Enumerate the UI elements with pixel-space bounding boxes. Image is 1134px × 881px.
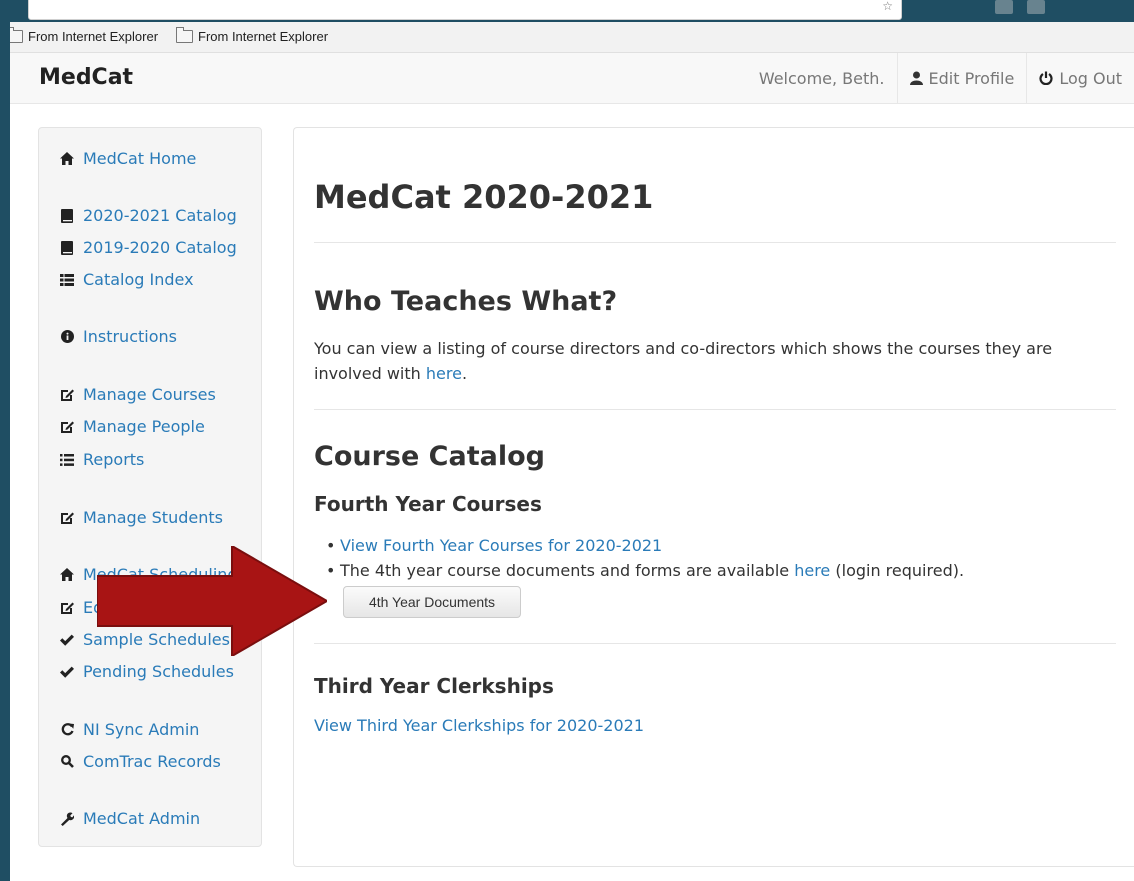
edit-profile-label: Edit Profile bbox=[928, 68, 1015, 88]
sidebar-item-catalog-index[interactable]: Catalog Index bbox=[59, 270, 194, 289]
course-catalog-heading: Course Catalog bbox=[314, 441, 545, 472]
slide-background-left bbox=[0, 0, 10, 881]
edit-icon bbox=[59, 510, 75, 526]
sidebar-item-label: ComTrac Records bbox=[83, 752, 221, 771]
sidebar-item-label: Manage Courses bbox=[83, 385, 216, 404]
list-icon bbox=[59, 452, 75, 468]
browser-toolbar-icons bbox=[995, 0, 1045, 14]
docs-here-link[interactable]: here bbox=[794, 561, 830, 580]
home-icon bbox=[59, 567, 75, 583]
main-panel: MedCat 2020-2021 Who Teaches What? You c… bbox=[293, 127, 1134, 867]
sidebar-item-pending-schedules[interactable]: Pending Schedules bbox=[59, 662, 234, 681]
welcome-label: Welcome, Beth. bbox=[758, 68, 885, 88]
sidebar-item-label: MedCat Admin bbox=[83, 809, 201, 828]
sidebar-item-label: Pending Schedules bbox=[83, 662, 234, 681]
bookmark-folder-2[interactable]: From Internet Explorer bbox=[176, 27, 329, 44]
book-icon bbox=[59, 208, 75, 224]
user-icon bbox=[909, 71, 923, 85]
edit-icon bbox=[59, 419, 75, 435]
4th-year-documents-button[interactable]: 4th Year Documents bbox=[343, 586, 521, 618]
sidebar-item-label: NI Sync Admin bbox=[83, 720, 200, 739]
menu-icon[interactable] bbox=[1027, 0, 1045, 14]
bookmark-label: From Internet Explorer bbox=[28, 29, 159, 44]
sidebar-item-ni-sync-admin[interactable]: NI Sync Admin bbox=[59, 720, 199, 739]
folder-icon bbox=[176, 27, 193, 43]
power-icon bbox=[1039, 71, 1053, 85]
sync-icon bbox=[59, 722, 75, 738]
bookmarks-bar: From Internet Explorer From Internet Exp… bbox=[6, 22, 1134, 53]
sidebar-item-manage-courses[interactable]: Manage Courses bbox=[59, 385, 216, 404]
sidebar-item-label: Manage People bbox=[83, 417, 205, 436]
logout-link[interactable]: Log Out bbox=[1026, 53, 1134, 103]
sidebar-item-label: Reports bbox=[83, 450, 145, 469]
sidebar-item-medcat-admin[interactable]: MedCat Admin bbox=[59, 809, 200, 828]
divider bbox=[314, 409, 1116, 410]
who-teaches-description: You can view a listing of course directo… bbox=[314, 339, 1053, 383]
logout-label: Log Out bbox=[1059, 68, 1122, 88]
sidebar-item-label: 2020-2021 Catalog bbox=[83, 206, 237, 225]
bookmark-label: From Internet Explorer bbox=[198, 29, 329, 44]
sidebar-item-medcat-home[interactable]: MedCat Home bbox=[59, 149, 196, 168]
sidebar-item-label: Catalog Index bbox=[83, 270, 194, 289]
list-item: • View Fourth Year Courses for 2020-2021 bbox=[326, 533, 964, 558]
annotation-arrow bbox=[97, 546, 327, 656]
info-circle-icon bbox=[59, 329, 75, 345]
who-teaches-heading: Who Teaches What? bbox=[314, 286, 618, 317]
sidebar-item-manage-students[interactable]: Manage Students bbox=[59, 508, 223, 527]
navbar-right: Welcome, Beth. Edit Profile Log Out bbox=[747, 53, 1134, 103]
docs-text-after: (login required). bbox=[835, 561, 965, 580]
sidebar-item-comtrac-records[interactable]: ComTrac Records bbox=[59, 752, 221, 771]
who-teaches-link[interactable]: here bbox=[426, 364, 462, 383]
address-bar[interactable]: ☆ bbox=[28, 0, 902, 20]
search-icon bbox=[59, 754, 75, 770]
sidebar-item-instructions[interactable]: Instructions bbox=[59, 327, 177, 346]
fourth-year-heading: Fourth Year Courses bbox=[314, 492, 542, 516]
sidebar-item-manage-people[interactable]: Manage People bbox=[59, 417, 205, 436]
sidebar-item-label: Instructions bbox=[83, 327, 177, 346]
welcome-text: Welcome, Beth. bbox=[747, 53, 897, 103]
check-icon bbox=[59, 632, 75, 648]
book-icon bbox=[59, 240, 75, 256]
bookmark-star-icon[interactable]: ☆ bbox=[882, 0, 893, 13]
brand-logo[interactable]: MedCat bbox=[39, 65, 133, 90]
list-item: • The 4th year course documents and form… bbox=[326, 558, 964, 583]
check-icon bbox=[59, 664, 75, 680]
top-navbar: MedCat Welcome, Beth. Edit Profile Log O… bbox=[10, 53, 1134, 104]
extension-icon[interactable] bbox=[995, 0, 1013, 14]
page-title: MedCat 2020-2021 bbox=[314, 178, 654, 216]
th-list-icon bbox=[59, 272, 75, 288]
docs-text: The 4th year course documents and forms … bbox=[340, 558, 964, 583]
sidebar-item-reports[interactable]: Reports bbox=[59, 450, 144, 469]
sidebar-item-2020-2021-catalog[interactable]: 2020-2021 Catalog bbox=[59, 206, 237, 225]
sidebar: MedCat Home 2020-2021 Catalog 2019-2020 … bbox=[38, 127, 262, 847]
divider bbox=[314, 242, 1116, 243]
fourth-year-list: • View Fourth Year Courses for 2020-2021… bbox=[326, 533, 964, 583]
docs-text-before: The 4th year course documents and forms … bbox=[340, 561, 790, 580]
view-fourth-year-courses-link[interactable]: View Fourth Year Courses for 2020-2021 bbox=[340, 533, 662, 558]
view-third-year-clerkships-link[interactable]: View Third Year Clerkships for 2020-2021 bbox=[314, 716, 644, 735]
who-teaches-text: You can view a listing of course directo… bbox=[314, 336, 1104, 386]
divider bbox=[314, 643, 1116, 644]
sidebar-item-label: 2019-2020 Catalog bbox=[83, 238, 237, 257]
home-icon bbox=[59, 151, 75, 167]
edit-profile-link[interactable]: Edit Profile bbox=[896, 53, 1027, 103]
edit-icon bbox=[59, 600, 75, 616]
bookmark-folder-1[interactable]: From Internet Explorer bbox=[6, 27, 159, 44]
edit-icon bbox=[59, 387, 75, 403]
sidebar-item-label: MedCat Home bbox=[83, 149, 197, 168]
sidebar-item-2019-2020-catalog[interactable]: 2019-2020 Catalog bbox=[59, 238, 237, 257]
sidebar-item-label: Manage Students bbox=[83, 508, 223, 527]
period-text: . bbox=[461, 364, 468, 383]
third-year-heading: Third Year Clerkships bbox=[314, 674, 554, 698]
wrench-icon bbox=[59, 811, 75, 827]
